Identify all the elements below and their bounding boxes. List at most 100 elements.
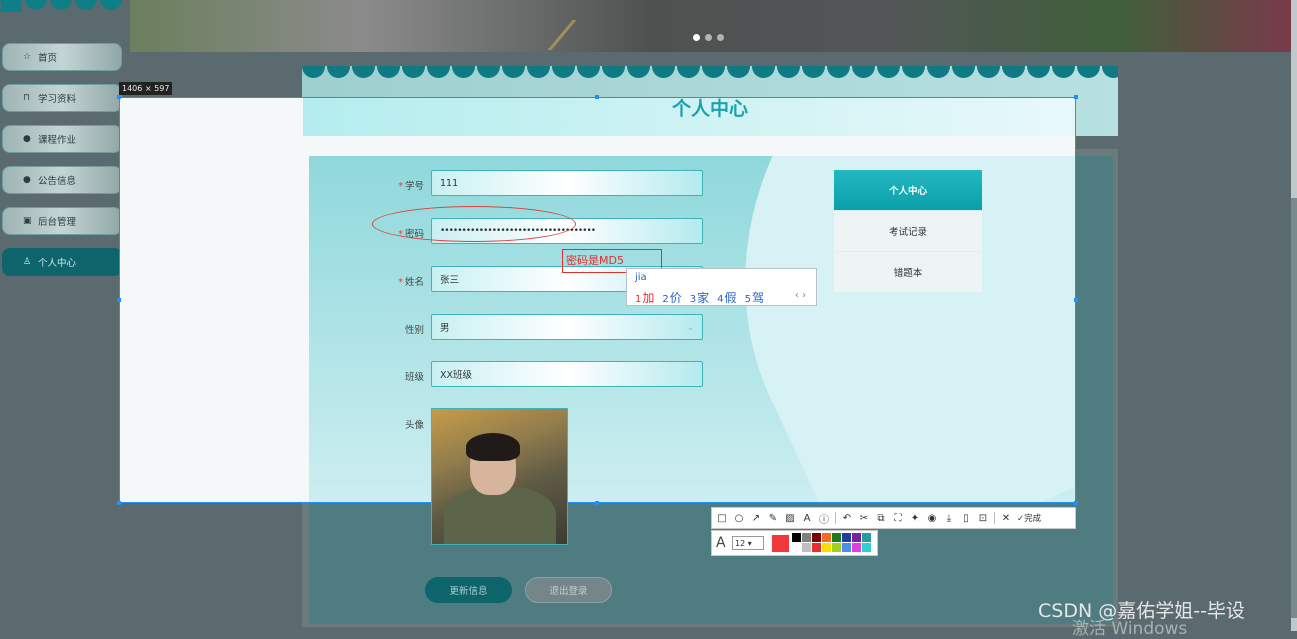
- screenshot-selection[interactable]: [119, 97, 1076, 503]
- ime-candidate[interactable]: 2价: [662, 289, 681, 306]
- crop-icon[interactable]: ⛶: [892, 513, 904, 524]
- number-tool-icon[interactable]: ⓘ: [818, 511, 830, 526]
- color-swatch[interactable]: [812, 533, 821, 542]
- sidebar-item-announcements[interactable]: ● 公告信息: [2, 166, 122, 194]
- sidebar-scallop-border: [0, 0, 130, 12]
- sidebar-item-label: 个人中心: [38, 258, 77, 269]
- carousel-dot[interactable]: [717, 34, 724, 41]
- update-info-button[interactable]: 更新信息: [425, 577, 512, 603]
- sidebar-item-admin[interactable]: ▣ 后台管理: [2, 207, 122, 235]
- selection-size-label: 1406 × 597: [119, 82, 173, 95]
- carousel-dot[interactable]: [693, 34, 700, 41]
- color-swatch[interactable]: [822, 543, 831, 552]
- color-palette: [792, 533, 871, 552]
- annotation-ellipse: [372, 206, 576, 242]
- ime-page-arrows[interactable]: ‹ ›: [795, 290, 806, 301]
- selection-handle[interactable]: [117, 501, 121, 505]
- gender-label: 性别: [404, 325, 424, 336]
- gender-select[interactable]: 男 ⌄: [431, 314, 703, 340]
- windows-activation-watermark: 激活 Windows: [1072, 619, 1188, 639]
- font-icon: A: [716, 535, 726, 551]
- ime-candidate[interactable]: 5驾: [745, 289, 764, 306]
- selection-handle[interactable]: [595, 501, 599, 505]
- ime-candidate[interactable]: 1加: [635, 289, 654, 306]
- text-style-toolbar: A 12 ▾: [711, 530, 878, 556]
- selection-handle[interactable]: [117, 95, 121, 99]
- page-scrollbar[interactable]: [1291, 0, 1297, 631]
- selection-handle[interactable]: [1074, 298, 1078, 302]
- long-screenshot-icon[interactable]: ▯: [960, 513, 972, 524]
- toolbar-divider: [994, 512, 995, 524]
- done-button[interactable]: ✓完成: [1017, 512, 1041, 524]
- logout-button[interactable]: 退出登录: [525, 577, 612, 603]
- sidebar-item-homework[interactable]: ● 课程作业: [2, 125, 122, 153]
- selection-handle[interactable]: [1074, 95, 1078, 99]
- star-icon: ☆: [23, 52, 32, 62]
- arrow-tool-icon[interactable]: ↗: [750, 513, 762, 524]
- chevron-down-icon: ⌄: [687, 322, 694, 332]
- color-swatch[interactable]: [842, 533, 851, 542]
- ime-composition: jia: [635, 272, 647, 283]
- user-icon: ♙: [23, 257, 32, 267]
- color-swatch[interactable]: [822, 533, 831, 542]
- undo-icon[interactable]: ↶: [841, 513, 853, 524]
- color-swatch[interactable]: [852, 533, 861, 542]
- sidebar-item-study-materials[interactable]: ⊓ 学习资料: [2, 84, 122, 112]
- color-swatch[interactable]: [832, 543, 841, 552]
- color-swatch[interactable]: [852, 543, 861, 552]
- color-swatch[interactable]: [832, 533, 841, 542]
- ime-candidate-window[interactable]: jia 1加 2价 3家 4假 5驾 ‹ ›: [626, 268, 817, 306]
- text-tool-icon[interactable]: A: [801, 513, 813, 524]
- screenshot-toolbar: □ ○ ↗ ✎ ▨ A ⓘ ↶ ✂ ⧉ ⛶ ✦ ◉ ⤓ ▯ ⊡ ✕ ✓完成: [711, 507, 1076, 529]
- page-title: 个人中心: [671, 98, 748, 120]
- avatar-label: 头像: [404, 420, 424, 431]
- carousel-dots[interactable]: [693, 34, 724, 41]
- calendar-icon: ▣: [23, 216, 32, 226]
- selection-handle[interactable]: [1074, 501, 1078, 505]
- color-swatch[interactable]: [862, 543, 871, 552]
- menu-wrong-questions[interactable]: 错题本: [834, 252, 982, 292]
- font-size-select[interactable]: 12 ▾: [732, 536, 764, 550]
- color-swatch[interactable]: [792, 533, 801, 542]
- menu-personal-center[interactable]: 个人中心: [834, 170, 982, 210]
- student-id-input[interactable]: 111: [431, 170, 703, 196]
- color-swatch[interactable]: [812, 543, 821, 552]
- ocr-icon[interactable]: ✂: [858, 513, 870, 524]
- sidebar-item-label: 后台管理: [38, 217, 77, 228]
- avatar-image[interactable]: [431, 408, 568, 545]
- toolbar-divider: [835, 512, 836, 524]
- sidebar-item-home[interactable]: ☆ 首页: [2, 43, 122, 71]
- pen-tool-icon[interactable]: ✎: [767, 513, 779, 524]
- question-circle-icon: ●: [23, 175, 31, 185]
- name-label: * 姓名: [398, 277, 424, 288]
- carousel-dot[interactable]: [705, 34, 712, 41]
- bag-icon: ⊓: [23, 93, 31, 103]
- sidebar-item-label: 学习资料: [38, 94, 77, 105]
- current-color-swatch[interactable]: [772, 535, 789, 552]
- ellipse-tool-icon[interactable]: ○: [733, 513, 745, 524]
- info-circle-icon: ●: [23, 134, 31, 144]
- color-swatch[interactable]: [802, 543, 811, 552]
- ime-candidate[interactable]: 3家: [690, 289, 709, 306]
- bookmark-icon[interactable]: ⊡: [977, 513, 989, 524]
- mosaic-tool-icon[interactable]: ▨: [784, 513, 796, 524]
- color-swatch[interactable]: [792, 543, 801, 552]
- class-label: 班级: [404, 372, 424, 383]
- translate-icon[interactable]: ⧉: [875, 513, 887, 524]
- ime-candidate[interactable]: 4假: [717, 289, 736, 306]
- download-icon[interactable]: ⤓: [943, 513, 955, 524]
- record-icon[interactable]: ◉: [926, 513, 938, 524]
- class-input[interactable]: XX班级: [431, 361, 703, 387]
- color-swatch[interactable]: [802, 533, 811, 542]
- selection-handle[interactable]: [595, 95, 599, 99]
- rectangle-tool-icon[interactable]: □: [716, 513, 728, 524]
- selection-handle[interactable]: [117, 298, 121, 302]
- color-swatch[interactable]: [842, 543, 851, 552]
- sidebar-item-label: 课程作业: [38, 135, 77, 146]
- color-swatch[interactable]: [862, 533, 871, 542]
- menu-exam-records[interactable]: 考试记录: [834, 211, 982, 251]
- sidebar-item-personal-center[interactable]: ♙ 个人中心: [2, 248, 122, 276]
- close-icon[interactable]: ✕: [1000, 513, 1012, 524]
- banner-carousel-image[interactable]: [130, 0, 1292, 52]
- pin-icon[interactable]: ✦: [909, 513, 921, 524]
